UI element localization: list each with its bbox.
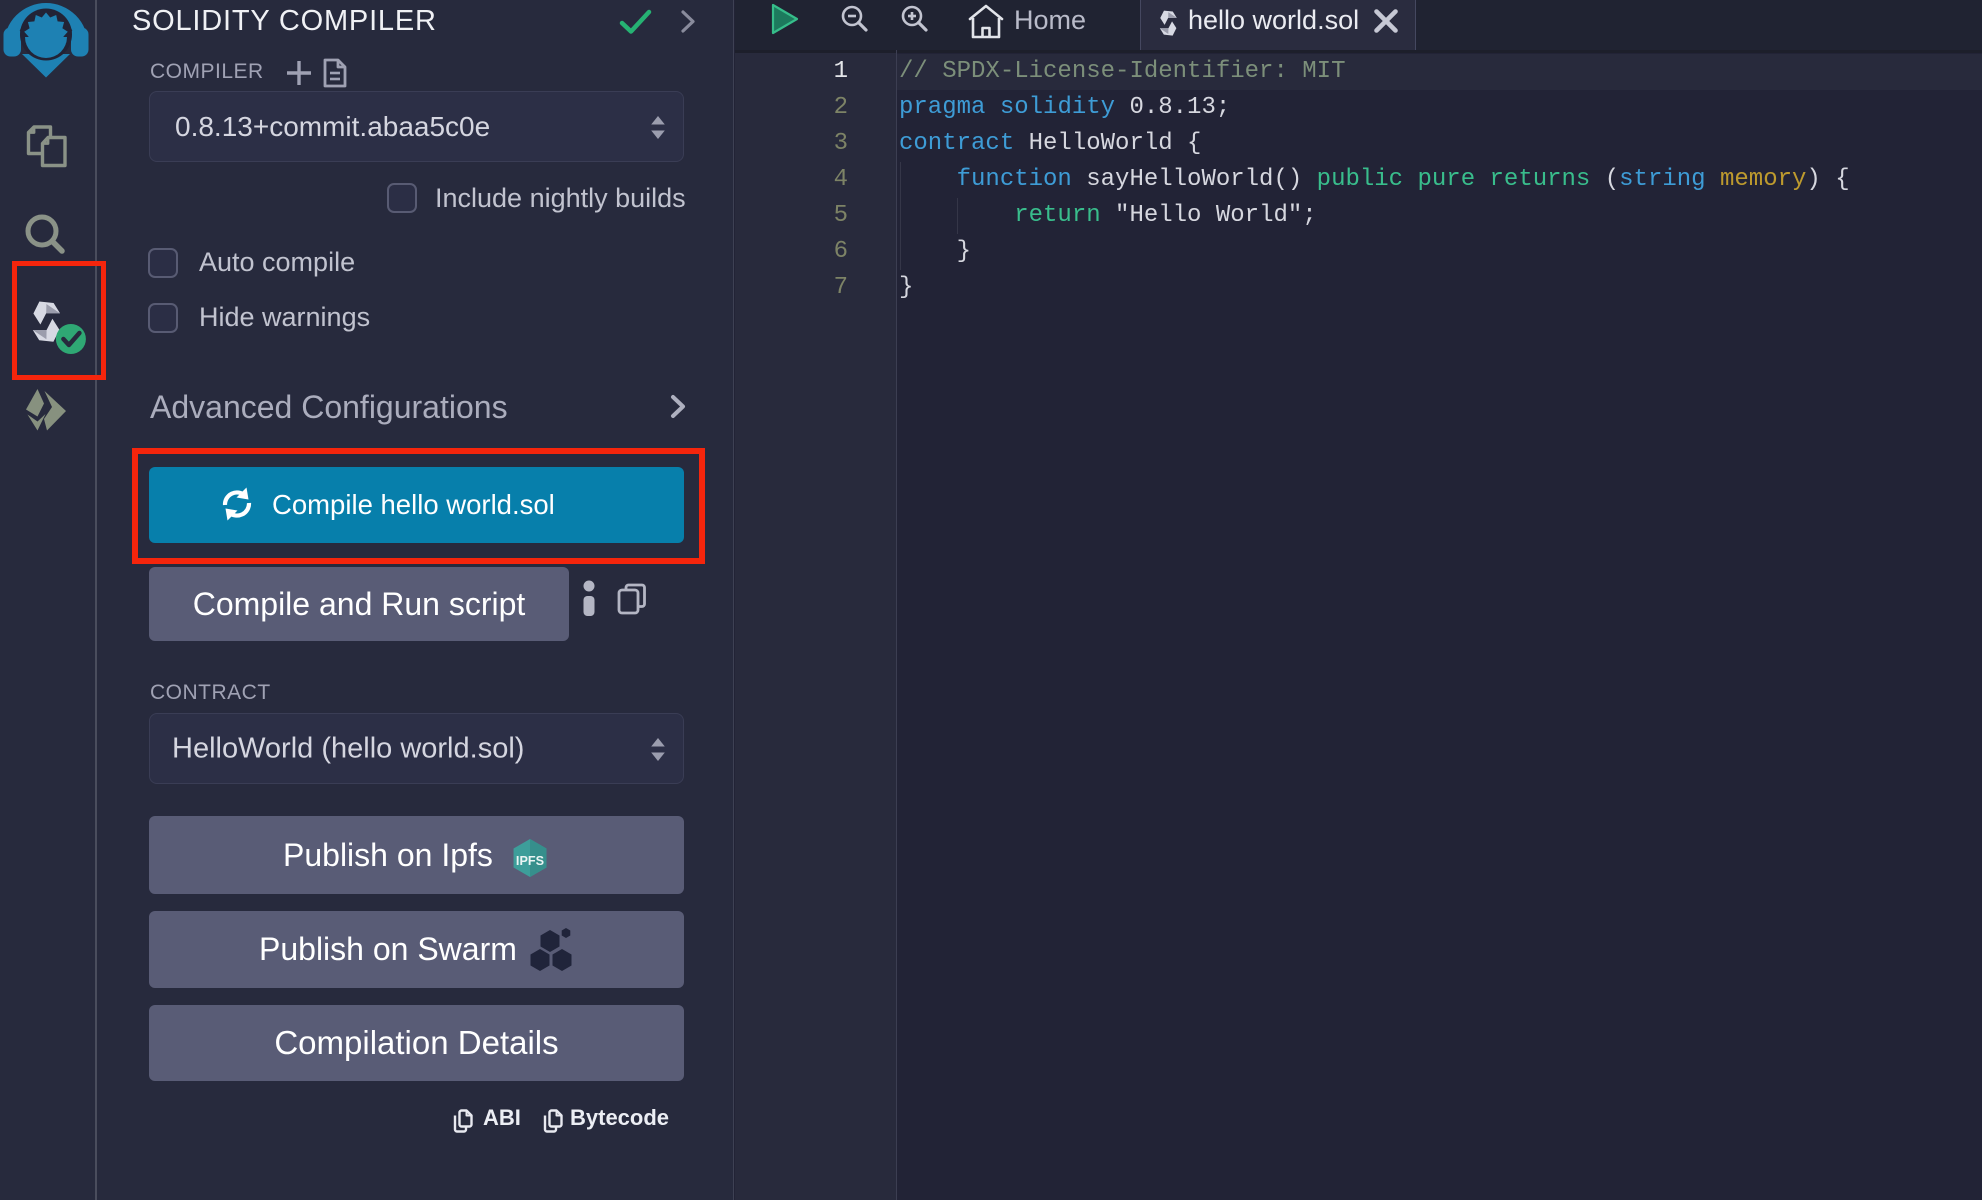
- svg-text:IPFS: IPFS: [516, 854, 544, 868]
